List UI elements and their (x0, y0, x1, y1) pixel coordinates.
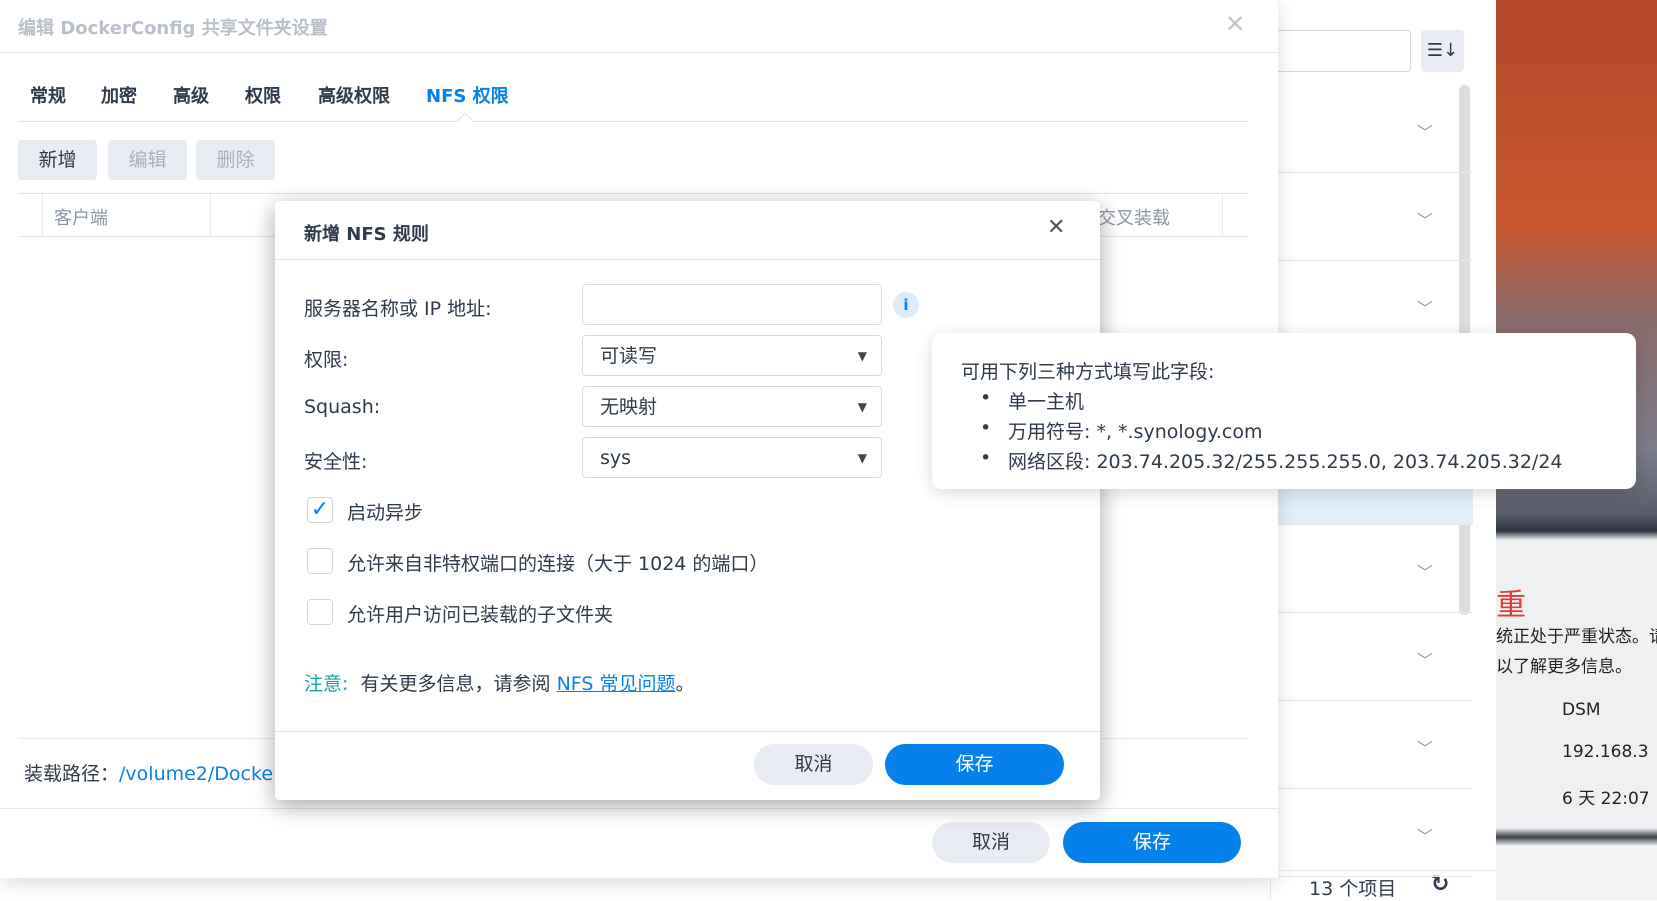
async-label: 启动异步 (347, 502, 424, 524)
info-tooltip: 可用下列三种方式填写此字段: 单一主机 万用符号: *, *.synology.… (932, 333, 1636, 489)
close-icon[interactable]: ✕ (1225, 10, 1245, 38)
tab-advanced[interactable]: 高级 (173, 82, 209, 108)
security-label: 安全性: (304, 451, 368, 473)
dialog-cancel-button[interactable]: 取消 (754, 744, 873, 785)
tooltip-item: 单一主机 (980, 387, 1084, 414)
mount-path: 装载路径：/volume2/Docke (24, 759, 273, 786)
security-value: sys (600, 447, 632, 469)
chevron-down-icon: ﹀ (1416, 651, 1433, 670)
list-item[interactable]: ﹀ (1278, 173, 1473, 261)
widget-status-text: 统正处于严重状态。请 (1496, 627, 1657, 647)
server-label: 服务器名称或 IP 地址: (304, 298, 492, 320)
edit-button[interactable]: 编辑 (108, 140, 187, 180)
squash-select[interactable]: 无映射 ▼ (582, 386, 882, 427)
note: 注意: 有关更多信息，请参阅 NFS 常见问题。 (304, 669, 695, 696)
tab-encryption[interactable]: 加密 (101, 82, 137, 108)
info-icon[interactable]: i (893, 292, 919, 318)
permission-select[interactable]: 可读写 ▼ (582, 335, 882, 376)
list-item[interactable]: ﹀ (1278, 789, 1473, 877)
search-input[interactable] (1271, 30, 1411, 72)
column-client[interactable]: 客户端 (54, 204, 108, 230)
permission-label: 权限: (304, 349, 349, 371)
server-input[interactable] (582, 284, 882, 325)
tab-permissions[interactable]: 权限 (245, 82, 281, 108)
nonprivileged-ports-label: 允许来自非特权端口的连接（大于 1024 的端口） (347, 553, 769, 575)
delete-button[interactable]: 删除 (196, 140, 275, 180)
nfs-faq-link[interactable]: NFS 常见问题 (557, 673, 676, 695)
add-button[interactable]: 新增 (18, 140, 97, 180)
widget-uptime: 6 天 22:07 (1562, 789, 1650, 809)
footer-divider (275, 731, 1100, 732)
dialog-title: 新增 NFS 规则 (304, 224, 429, 245)
squash-label: Squash: (304, 396, 381, 418)
tooltip-item: 网络区段: 203.74.205.32/255.255.255.0, 203.7… (980, 447, 1562, 474)
list-item[interactable]: ﹀ (1278, 85, 1473, 173)
mounted-subfolders-label: 允许用户访问已装载的子文件夹 (347, 604, 614, 626)
caret-down-icon: ▼ (857, 349, 867, 363)
nonprivileged-ports-checkbox[interactable] (307, 548, 333, 574)
widget-status-title: 重 (1496, 588, 1526, 623)
chevron-down-icon: ﹀ (1416, 563, 1433, 582)
list-item[interactable]: ﹀ (1278, 525, 1473, 613)
save-button[interactable]: 保存 (1063, 822, 1241, 863)
column-cross-mount[interactable]: 交叉装载 (1098, 204, 1170, 230)
divider (0, 52, 1278, 53)
footer-divider (0, 808, 1278, 809)
note-label: 注意: (304, 673, 349, 695)
widget-dsm: DSM (1562, 700, 1601, 720)
tab-divider (18, 121, 1248, 122)
window-title: 编辑 DockerConfig 共享文件夹设置 (18, 18, 328, 39)
tab-general[interactable]: 常规 (30, 82, 66, 108)
chevron-down-icon: ﹀ (1416, 211, 1433, 230)
add-nfs-rule-dialog: 新增 NFS 规则 ✕ 服务器名称或 IP 地址: i 权限: 可读写 ▼ Squ… (275, 201, 1100, 800)
caret-down-icon: ▼ (857, 451, 867, 465)
tooltip-item: 万用符号: *, *.synology.com (980, 417, 1262, 444)
chevron-down-icon: ﹀ (1416, 827, 1433, 846)
tab-indicator (456, 112, 474, 130)
chevron-down-icon: ﹀ (1416, 123, 1433, 142)
mount-path-label: 装载路径： (24, 763, 120, 785)
divider (275, 259, 1100, 260)
widget-status-text-2: 以了解更多信息。 (1496, 657, 1632, 677)
tooltip-heading: 可用下列三种方式填写此字段: (961, 361, 1215, 383)
note-text: 有关更多信息，请参阅 (360, 673, 551, 695)
cancel-button[interactable]: 取消 (932, 822, 1050, 863)
permission-value: 可读写 (600, 345, 658, 367)
list-item[interactable]: ﹀ (1278, 701, 1473, 789)
list-item[interactable]: ﹀ (1278, 613, 1473, 701)
mount-path-link[interactable]: /volume2/Docke (119, 763, 273, 785)
caret-down-icon: ▼ (857, 400, 867, 414)
chevron-down-icon: ﹀ (1416, 739, 1433, 758)
tab-nfs-permissions[interactable]: NFS 权限 (426, 82, 509, 108)
sort-icon[interactable]: ☰↓ (1421, 30, 1464, 72)
item-count: 13 个项目 (1309, 878, 1397, 900)
squash-value: 无映射 (600, 396, 658, 418)
widget-ip: 192.168.3 (1562, 742, 1649, 762)
mounted-subfolders-checkbox[interactable] (307, 599, 333, 625)
security-select[interactable]: sys ▼ (582, 437, 882, 478)
chevron-down-icon: ﹀ (1416, 299, 1433, 318)
dialog-save-button[interactable]: 保存 (885, 744, 1064, 785)
async-checkbox[interactable]: ✓ (307, 497, 333, 523)
close-icon[interactable]: ✕ (1047, 215, 1065, 240)
note-end: 。 (675, 673, 695, 695)
tab-advanced-permissions[interactable]: 高级权限 (318, 82, 390, 108)
